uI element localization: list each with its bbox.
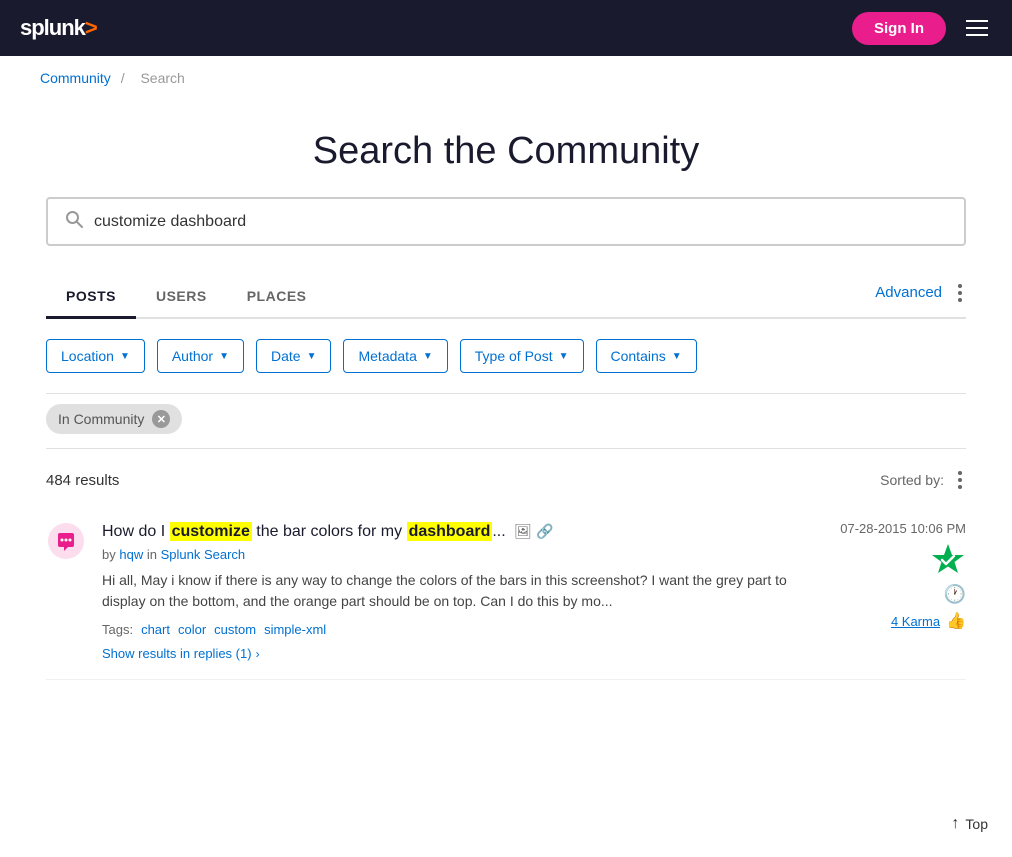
sort-dot-2 xyxy=(958,478,962,482)
karma-count[interactable]: 4 Karma xyxy=(891,614,940,629)
hamburger-line-3 xyxy=(966,34,988,36)
sort-dot-1 xyxy=(958,471,962,475)
back-to-top-button[interactable]: ↑ Top xyxy=(951,815,988,833)
search-bar xyxy=(46,197,966,246)
filter-author-label: Author xyxy=(172,348,213,364)
filter-row: Location ▼ Author ▼ Date ▼ Metadata ▼ Ty… xyxy=(46,319,966,393)
filter-type-of-post[interactable]: Type of Post ▼ xyxy=(460,339,584,373)
active-filters: In Community ✕ xyxy=(46,394,966,448)
tabs-more-button[interactable] xyxy=(954,280,966,306)
verified-badge xyxy=(930,542,966,578)
tab-users[interactable]: USERS xyxy=(136,276,227,319)
tags-label: Tags: xyxy=(102,622,133,637)
sort-options-button[interactable] xyxy=(954,467,966,493)
post-by-label: by xyxy=(102,547,116,562)
filter-location-chevron: ▼ xyxy=(120,351,130,362)
breadcrumb-separator: / xyxy=(121,70,125,86)
filter-metadata-label: Metadata xyxy=(358,348,416,364)
post-type-icon xyxy=(46,521,86,561)
dot-3 xyxy=(958,298,962,302)
post-author-link[interactable]: hqw xyxy=(119,547,143,562)
tab-places[interactable]: PLACES xyxy=(227,276,327,319)
post-in-label: in xyxy=(147,547,157,562)
link-icon: 🔗 xyxy=(536,522,553,542)
logo: splunk> xyxy=(20,15,97,41)
hamburger-line-1 xyxy=(966,20,988,22)
show-replies-link[interactable]: Show results in replies (1) › xyxy=(102,646,260,661)
page-title: Search the Community xyxy=(46,130,966,173)
back-to-top-label: Top xyxy=(965,816,988,832)
filter-type-of-post-label: Type of Post xyxy=(475,348,553,364)
tag-color[interactable]: color xyxy=(178,622,206,637)
post-right: 07-28-2015 10:06 PM 🕐 4 Karma 👍 xyxy=(840,521,966,663)
hamburger-line-2 xyxy=(966,27,988,29)
tags-row: Tags: chart color custom simple-xml xyxy=(102,622,824,637)
active-filter-label: In Community xyxy=(58,411,144,427)
post-meta-icons: 🖼 🔗 xyxy=(514,522,553,542)
clock-icon: 🕐 xyxy=(944,584,966,605)
tag-custom[interactable]: custom xyxy=(214,622,256,637)
filter-author-chevron: ▼ xyxy=(219,351,229,362)
advanced-button[interactable]: Advanced xyxy=(875,284,942,301)
filter-contains[interactable]: Contains ▼ xyxy=(596,339,697,373)
show-replies-arrow: › xyxy=(256,647,260,661)
sort-dot-3 xyxy=(958,485,962,489)
breadcrumb-current: Search xyxy=(140,70,184,86)
sorted-by-label: Sorted by: xyxy=(880,472,944,488)
tab-posts[interactable]: POSTS xyxy=(46,276,136,319)
filter-author[interactable]: Author ▼ xyxy=(157,339,244,373)
filter-date[interactable]: Date ▼ xyxy=(256,339,331,373)
active-filter-close[interactable]: ✕ xyxy=(152,410,170,428)
post-title-before: How do I xyxy=(102,523,170,540)
breadcrumb-community[interactable]: Community xyxy=(40,70,111,86)
breadcrumb: Community / Search xyxy=(0,56,1012,100)
show-replies-label: Show results in replies (1) xyxy=(102,646,252,661)
logo-chevron: > xyxy=(85,15,97,40)
filter-location[interactable]: Location ▼ xyxy=(46,339,145,373)
hamburger-menu[interactable] xyxy=(962,16,992,40)
post-item: How do I customize the bar colors for my… xyxy=(46,505,966,680)
search-icon xyxy=(64,209,84,234)
sign-in-button[interactable]: Sign In xyxy=(852,12,946,45)
post-datetime: 07-28-2015 10:06 PM xyxy=(840,521,966,536)
header-right: Sign In xyxy=(852,12,992,45)
filter-location-label: Location xyxy=(61,348,114,364)
header: splunk> Sign In xyxy=(0,0,1012,56)
tag-chart[interactable]: chart xyxy=(141,622,170,637)
tag-simple-xml[interactable]: simple-xml xyxy=(264,622,326,637)
active-filter-tag: In Community ✕ xyxy=(46,404,182,434)
back-to-top-arrow: ↑ xyxy=(951,815,959,833)
results-count: 484 results xyxy=(46,472,119,489)
thumbs-up-icon: 👍 xyxy=(946,611,966,631)
filter-contains-label: Contains xyxy=(611,348,666,364)
dot-2 xyxy=(958,291,962,295)
search-input[interactable] xyxy=(94,213,948,231)
filter-type-of-post-chevron: ▼ xyxy=(559,351,569,362)
dot-1 xyxy=(958,284,962,288)
main-content: Search the Community POSTS USERS PLACES … xyxy=(26,130,986,720)
post-excerpt: Hi all, May i know if there is any way t… xyxy=(102,570,824,612)
post-community-link[interactable]: Splunk Search xyxy=(161,547,246,562)
filter-metadata-chevron: ▼ xyxy=(423,351,433,362)
post-title-highlight1: customize xyxy=(170,522,252,541)
post-title-after: ... xyxy=(492,523,505,540)
results-header: 484 results Sorted by: xyxy=(46,449,966,505)
tabs: POSTS USERS PLACES Advanced xyxy=(46,276,966,319)
image-icon: 🖼 xyxy=(514,522,532,542)
filter-contains-chevron: ▼ xyxy=(672,351,682,362)
tab-list: POSTS USERS PLACES xyxy=(46,276,875,317)
post-title: How do I customize the bar colors for my… xyxy=(102,521,824,543)
post-content: How do I customize the bar colors for my… xyxy=(102,521,824,663)
filter-date-label: Date xyxy=(271,348,301,364)
post-title-highlight2: dashboard xyxy=(407,522,493,541)
post-meta: by hqw in Splunk Search xyxy=(102,547,824,562)
tabs-right: Advanced xyxy=(875,280,966,314)
filter-date-chevron: ▼ xyxy=(307,351,317,362)
filter-metadata[interactable]: Metadata ▼ xyxy=(343,339,447,373)
karma-row: 4 Karma 👍 xyxy=(891,611,966,631)
results-right: Sorted by: xyxy=(880,467,966,493)
post-title-middle: the bar colors for my xyxy=(252,523,407,540)
